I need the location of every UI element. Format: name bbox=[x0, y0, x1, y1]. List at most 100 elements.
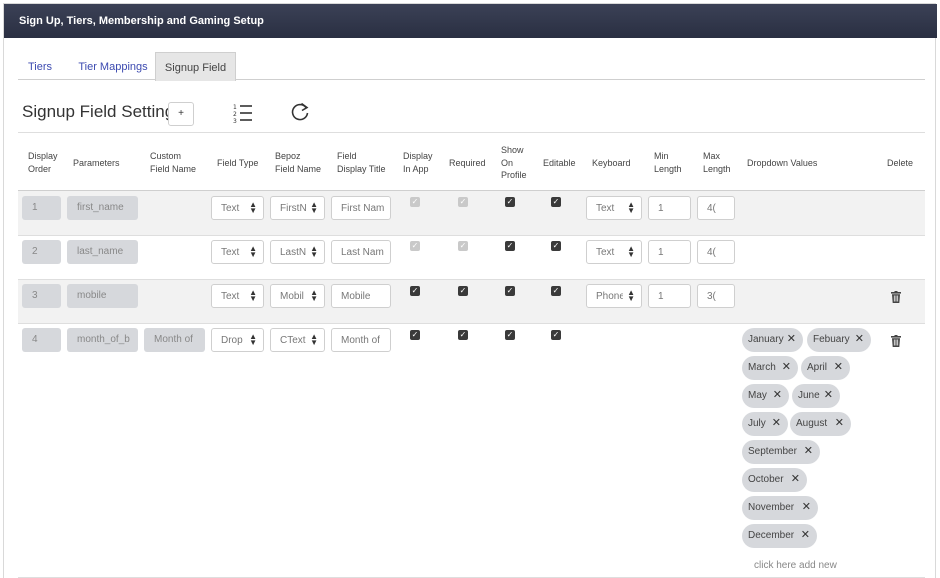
sort-arrows-icon: ▲ ▼ bbox=[310, 200, 318, 215]
required-checkbox[interactable]: ✓ bbox=[458, 197, 468, 207]
display-in-app-checkbox[interactable]: ✓ bbox=[410, 197, 420, 207]
dropdown-value-chip: December ✕ bbox=[742, 524, 817, 548]
trash-icon[interactable] bbox=[891, 334, 901, 352]
col-field-display-title: Field Display Title bbox=[337, 151, 386, 174]
parameter-input: month_of_b bbox=[67, 328, 138, 352]
max-length-input[interactable]: 4( bbox=[697, 196, 735, 220]
dropdown-value-chip: June ✕ bbox=[792, 384, 840, 408]
panel-header: Sign Up, Tiers, Membership and Gaming Se… bbox=[4, 4, 937, 38]
keyboard-select[interactable]: Phone ▲ ▼ bbox=[586, 284, 642, 308]
display-title-input[interactable]: Last Nam bbox=[331, 240, 391, 264]
sort-arrows-icon: ▲ ▼ bbox=[310, 332, 318, 347]
col-parameters: Parameters bbox=[73, 158, 120, 168]
bepoz-field-select[interactable]: FirstN ▲ ▼ bbox=[270, 196, 325, 220]
close-icon[interactable]: ✕ bbox=[801, 529, 810, 541]
editable-checkbox[interactable]: ✓ bbox=[551, 241, 561, 251]
bepoz-field-select[interactable]: CText ▲ ▼ bbox=[270, 328, 325, 352]
required-checkbox[interactable]: ✓ bbox=[458, 330, 468, 340]
bepoz-field-select[interactable]: Mobil ▲ ▼ bbox=[270, 284, 325, 308]
field-type-select[interactable]: Text ▲ ▼ bbox=[211, 196, 264, 220]
display-title-input[interactable]: First Nam bbox=[331, 196, 391, 220]
max-length-input[interactable]: 4( bbox=[697, 240, 735, 264]
col-display-in-app: Display In App bbox=[403, 151, 433, 174]
display-in-app-checkbox[interactable]: ✓ bbox=[410, 286, 420, 296]
display-in-app-checkbox[interactable]: ✓ bbox=[410, 330, 420, 340]
custom-field-name-input[interactable]: Month of bbox=[144, 328, 205, 352]
field-type-select[interactable]: Text ▲ ▼ bbox=[211, 284, 264, 308]
col-bepoz-field-name: Bepoz Field Name bbox=[275, 151, 322, 174]
close-icon[interactable]: ✕ bbox=[835, 417, 844, 429]
close-icon[interactable]: ✕ bbox=[855, 333, 864, 345]
display-order-input: 4 bbox=[22, 328, 61, 352]
field-type-select[interactable]: Drop ▲ ▼ bbox=[211, 328, 264, 352]
col-delete: Delete bbox=[887, 158, 914, 168]
dropdown-value-chip: August ✕ bbox=[790, 412, 851, 436]
table-row-bg bbox=[18, 191, 925, 235]
close-icon[interactable]: ✕ bbox=[804, 445, 813, 457]
close-icon[interactable]: ✕ bbox=[773, 389, 782, 401]
display-order-input: 3 bbox=[22, 284, 61, 308]
keyboard-select[interactable]: Text ▲ ▼ bbox=[586, 196, 642, 220]
dropdown-value-chip: November ✕ bbox=[742, 496, 818, 520]
dropdown-value-chip: Febuary ✕ bbox=[807, 328, 871, 352]
show-on-profile-checkbox[interactable]: ✓ bbox=[505, 330, 515, 340]
editable-checkbox[interactable]: ✓ bbox=[551, 197, 561, 207]
refresh-icon[interactable] bbox=[289, 101, 311, 128]
display-title-input[interactable]: Month of bbox=[331, 328, 391, 352]
show-on-profile-checkbox[interactable]: ✓ bbox=[505, 241, 515, 251]
col-required: Required bbox=[449, 158, 486, 168]
col-custom-field-name: Custom Field Name bbox=[150, 151, 197, 174]
col-dropdown-values: Dropdown Values bbox=[747, 158, 818, 168]
min-length-input[interactable]: 1 bbox=[648, 240, 691, 264]
dropdown-value-chip: September ✕ bbox=[742, 440, 820, 464]
col-min-length: Min Length bbox=[654, 151, 682, 174]
tab-signup-field[interactable]: Signup Field bbox=[155, 52, 236, 81]
close-icon[interactable]: ✕ bbox=[824, 389, 833, 401]
close-icon[interactable]: ✕ bbox=[791, 473, 800, 485]
sort-arrows-icon: ▲ ▼ bbox=[310, 244, 318, 259]
tab-tier-mappings[interactable]: Tier Mappings bbox=[68, 52, 158, 81]
ordered-list-icon[interactable]: 1 2 3 bbox=[232, 102, 254, 129]
close-icon[interactable]: ✕ bbox=[834, 361, 843, 373]
add-dropdown-value-link[interactable]: click here add new bbox=[754, 560, 837, 571]
editable-checkbox[interactable]: ✓ bbox=[551, 286, 561, 296]
show-on-profile-checkbox[interactable]: ✓ bbox=[505, 286, 515, 296]
svg-text:1: 1 bbox=[233, 104, 237, 111]
min-length-input[interactable]: 1 bbox=[648, 196, 691, 220]
tab-tiers[interactable]: Tiers bbox=[18, 52, 62, 81]
add-field-button[interactable]: + bbox=[168, 102, 194, 126]
display-in-app-checkbox[interactable]: ✓ bbox=[410, 241, 420, 251]
col-keyboard: Keyboard bbox=[592, 158, 631, 168]
min-length-input[interactable]: 1 bbox=[648, 284, 691, 308]
table-row-bg bbox=[18, 280, 925, 323]
sort-arrows-icon: ▲ ▼ bbox=[310, 288, 318, 303]
sort-arrows-icon: ▲ ▼ bbox=[249, 244, 257, 259]
sort-arrows-icon: ▲ ▼ bbox=[249, 288, 257, 303]
editable-checkbox[interactable]: ✓ bbox=[551, 330, 561, 340]
close-icon[interactable]: ✕ bbox=[802, 501, 811, 513]
keyboard-select[interactable]: Text ▲ ▼ bbox=[586, 240, 642, 264]
show-on-profile-checkbox[interactable]: ✓ bbox=[505, 197, 515, 207]
close-icon[interactable]: ✕ bbox=[787, 333, 796, 345]
svg-text:2: 2 bbox=[233, 111, 237, 118]
max-length-input[interactable]: 3( bbox=[697, 284, 735, 308]
sort-arrows-icon: ▲ ▼ bbox=[249, 332, 257, 347]
display-title-input[interactable]: Mobile bbox=[331, 284, 391, 308]
dropdown-value-chip: October ✕ bbox=[742, 468, 807, 492]
parameter-input: last_name bbox=[67, 240, 138, 264]
close-icon[interactable]: ✕ bbox=[772, 417, 781, 429]
required-checkbox[interactable]: ✓ bbox=[458, 286, 468, 296]
field-type-select[interactable]: Text ▲ ▼ bbox=[211, 240, 264, 264]
bepoz-field-select[interactable]: LastN ▲ ▼ bbox=[270, 240, 325, 264]
col-display-order: Display Order bbox=[28, 151, 58, 174]
parameter-input: first_name bbox=[67, 196, 138, 220]
dropdown-value-chip: March ✕ bbox=[742, 356, 798, 380]
dropdown-value-chip: January ✕ bbox=[742, 328, 803, 352]
sort-arrows-icon: ▲ ▼ bbox=[627, 200, 635, 215]
display-order-input: 2 bbox=[22, 240, 61, 264]
svg-text:3: 3 bbox=[233, 118, 237, 124]
col-field-type: Field Type bbox=[217, 158, 259, 168]
close-icon[interactable]: ✕ bbox=[782, 361, 791, 373]
trash-icon[interactable] bbox=[891, 290, 901, 308]
required-checkbox[interactable]: ✓ bbox=[458, 241, 468, 251]
